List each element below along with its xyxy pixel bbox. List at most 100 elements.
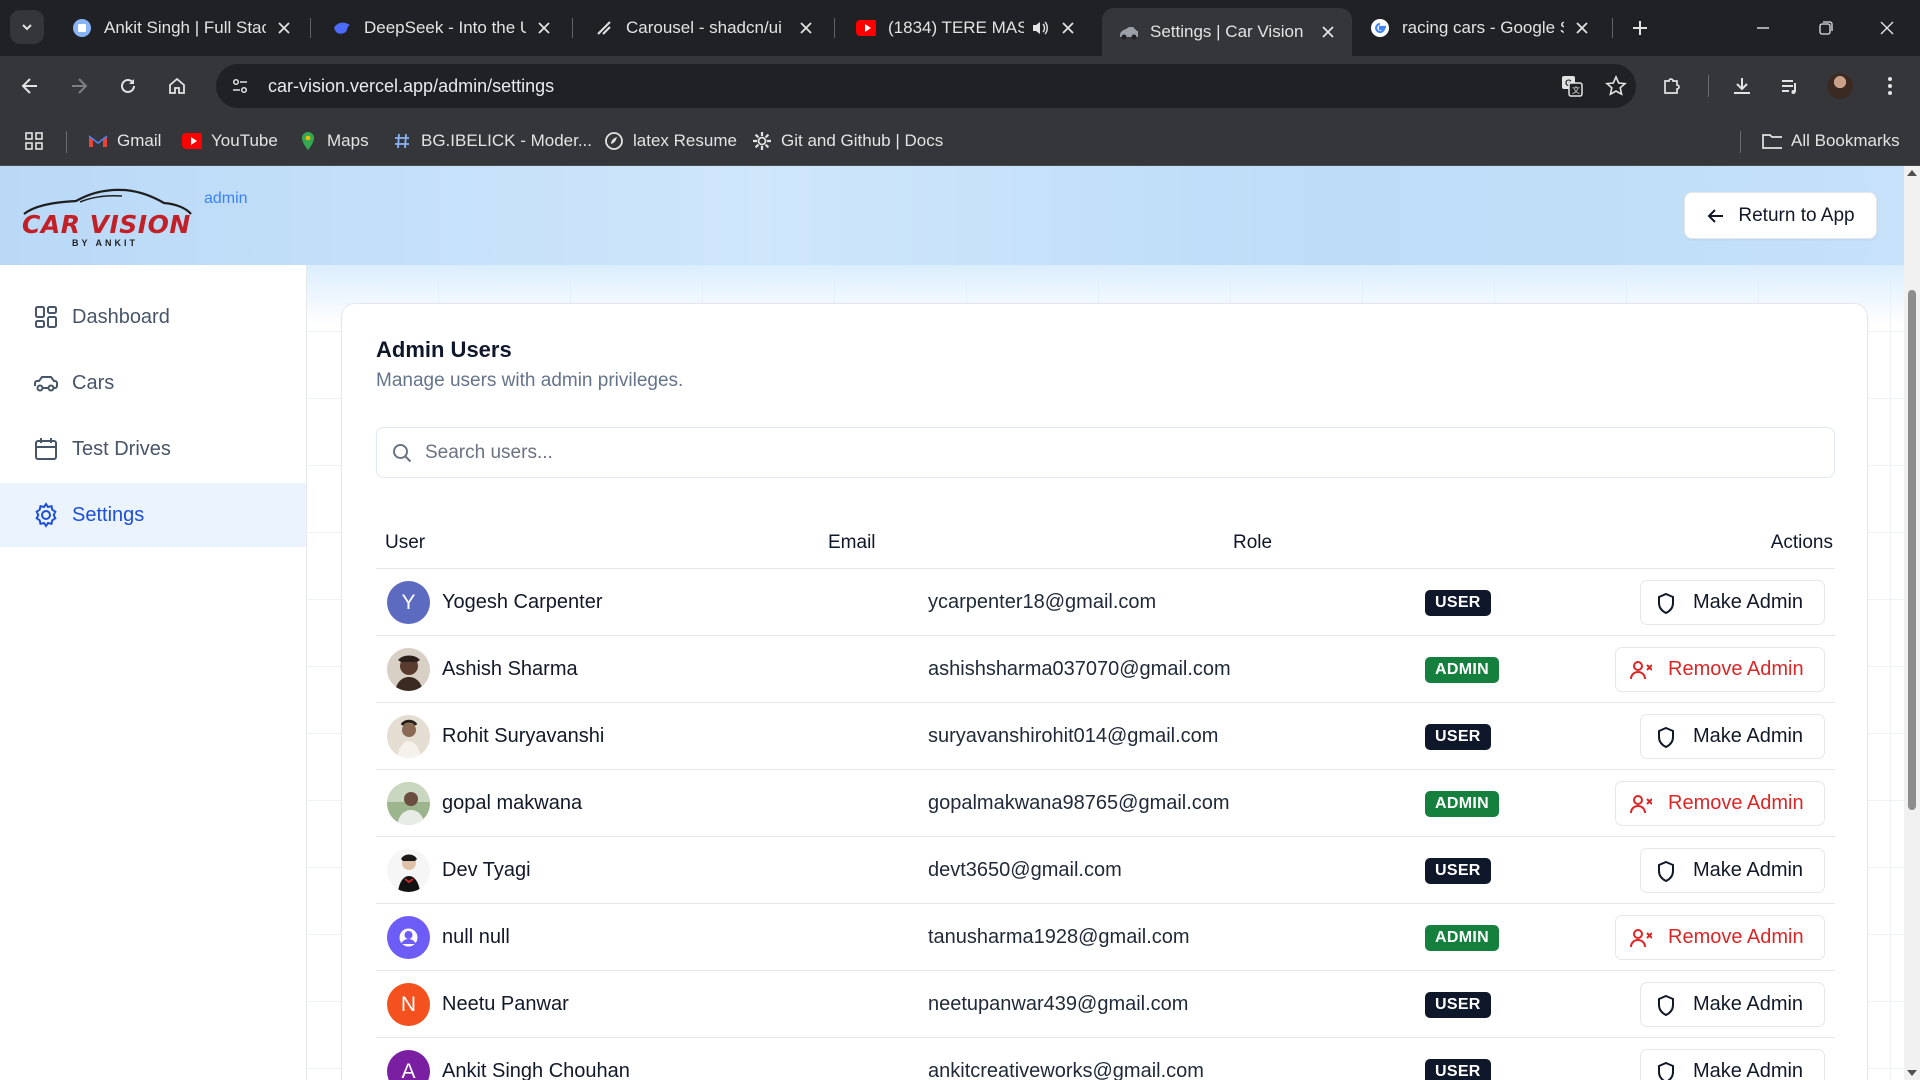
browser-toolbar: car-vision.vercel.app/admin/settings G文 (0, 56, 1920, 116)
bookmark-label: Maps (327, 131, 369, 150)
tab-title: (1834) TERE MAST (888, 18, 1024, 37)
bookmark-item[interactable]: Gmail (88, 128, 161, 154)
close-icon[interactable] (1058, 18, 1078, 38)
sidebar-item-dashboard[interactable]: Dashboard (0, 285, 306, 349)
sidebar-item-label: Test Drives (72, 437, 171, 460)
reload-button[interactable] (112, 70, 144, 102)
bookmark-item[interactable]: Maps (298, 128, 369, 154)
site-info-icon[interactable] (224, 70, 256, 102)
folder-icon (1762, 131, 1782, 151)
scroll-up-arrow-icon[interactable] (1907, 170, 1917, 176)
browser-tab[interactable]: racing cars - Google Search (1354, 8, 1606, 48)
car-icon (1118, 22, 1138, 42)
close-icon[interactable] (1572, 18, 1592, 38)
browser-tab[interactable]: (1834) TERE MAST (840, 8, 1092, 48)
user-email: suryavanshirohit014@gmail.com (928, 725, 1219, 747)
shield-icon (1655, 860, 1677, 882)
toolbar-divider (1708, 75, 1709, 97)
search-input[interactable] (425, 441, 1805, 464)
tab-divider (310, 18, 311, 38)
column-header-actions: Actions (1770, 532, 1833, 553)
overleaf-icon (604, 131, 624, 151)
page-scrollbar[interactable] (1904, 166, 1920, 1080)
return-to-app-button[interactable]: Return to App (1684, 192, 1877, 239)
car-vision-logo[interactable]: CAR VISION BY ANKIT (20, 188, 205, 248)
close-icon[interactable] (796, 18, 816, 38)
user-name: Ankit Singh Chouhan (442, 1060, 630, 1080)
arrow-left-icon (1706, 206, 1726, 226)
remove-admin-button[interactable]: Remove Admin (1615, 647, 1825, 692)
url-text[interactable]: car-vision.vercel.app/admin/settings (268, 76, 554, 97)
close-icon[interactable] (274, 18, 294, 38)
search-box[interactable] (376, 427, 1835, 478)
make-admin-button[interactable]: Make Admin (1640, 580, 1825, 625)
tab-search-button[interactable] (10, 10, 44, 44)
all-bookmarks-button[interactable]: All Bookmarks (1762, 128, 1900, 154)
admin-tag: admin (204, 190, 248, 207)
user-remove-icon (1630, 793, 1652, 815)
sidebar-item-test-drives[interactable]: Test Drives (0, 417, 306, 481)
restore-button[interactable] (1801, 10, 1851, 46)
arrow-left-icon (21, 78, 37, 94)
gmail-icon (88, 131, 108, 151)
close-icon[interactable] (1318, 22, 1338, 42)
extensions-icon[interactable] (1656, 70, 1688, 102)
reload-icon (121, 78, 135, 93)
user-email: ashishsharma037070@gmail.com (928, 658, 1231, 680)
user-name: Neetu Panwar (442, 993, 569, 1015)
download-icon[interactable] (1726, 70, 1758, 102)
bookmark-item[interactable]: latex Resume (604, 128, 737, 154)
apps-grid-icon (24, 131, 44, 151)
remove-admin-button[interactable]: Remove Admin (1615, 781, 1825, 826)
browser-chrome: Ankit Singh | Full Stack DeepSeek - Into… (0, 0, 1920, 166)
sidebar: Dashboard Cars Test Drives Settings (0, 265, 307, 1080)
make-admin-button[interactable]: Make Admin (1640, 714, 1825, 759)
role-badge: USER (1425, 1059, 1491, 1080)
user-email: devt3650@gmail.com (928, 859, 1122, 881)
home-button[interactable] (161, 70, 193, 102)
make-admin-button[interactable]: Make Admin (1640, 848, 1825, 893)
main-content: Admin Users Manage users with admin priv… (307, 265, 1904, 1080)
media-control-icon[interactable] (1774, 70, 1806, 102)
close-window-button[interactable] (1862, 10, 1912, 46)
tab-strip: Ankit Singh | Full Stack DeepSeek - Into… (0, 0, 1920, 56)
browser-tab-active[interactable]: Settings | Car Vision (1102, 8, 1352, 56)
bookmark-label: Git and Github | Docs (781, 131, 944, 150)
scroll-down-arrow-icon[interactable] (1907, 1070, 1917, 1076)
logo-subtitle: BY ANKIT (72, 238, 139, 248)
star-icon[interactable] (1600, 70, 1632, 102)
bookmark-item[interactable]: Git and Github | Docs (752, 128, 943, 154)
profile-avatar[interactable] (1824, 70, 1856, 102)
make-admin-button[interactable]: Make Admin (1640, 1049, 1825, 1080)
user-name: Rohit Suryavanshi (442, 725, 605, 747)
table-header: User Email Role Actions (376, 518, 1835, 569)
sidebar-item-label: Settings (72, 503, 145, 526)
new-tab-button[interactable] (1626, 14, 1654, 42)
bookmark-item[interactable]: YouTube (182, 128, 278, 154)
menu-button[interactable] (1874, 70, 1906, 102)
speaker-icon[interactable] (1030, 18, 1050, 38)
close-icon[interactable] (534, 18, 554, 38)
logo-text: CAR VISION (22, 210, 191, 239)
bookmark-item[interactable]: BG.IBELICK - Moder... (392, 128, 592, 154)
table-row: Dev Tyagi devt3650@gmail.com USER Make A… (376, 837, 1835, 904)
translate-icon[interactable]: G文 (1556, 70, 1588, 102)
chevron-down-icon (22, 24, 32, 31)
address-bar[interactable]: car-vision.vercel.app/admin/settings G文 (216, 64, 1636, 108)
sidebar-item-cars[interactable]: Cars (0, 351, 306, 415)
back-button[interactable] (14, 70, 46, 102)
sidebar-item-settings[interactable]: Settings (0, 483, 306, 547)
admin-users-card: Admin Users Manage users with admin priv… (341, 303, 1868, 1080)
minimize-button[interactable] (1738, 10, 1788, 46)
apps-button[interactable] (24, 128, 53, 154)
home-icon (169, 77, 185, 94)
remove-admin-button[interactable]: Remove Admin (1615, 915, 1825, 960)
browser-tab[interactable]: DeepSeek - Into the Unknown (316, 8, 568, 48)
forward-button[interactable] (63, 70, 95, 102)
hash-icon (392, 131, 412, 151)
browser-tab[interactable]: Carousel - shadcn/ui (578, 8, 830, 48)
arrow-right-icon (72, 78, 88, 94)
browser-tab[interactable]: Ankit Singh | Full Stack (56, 8, 308, 48)
make-admin-button[interactable]: Make Admin (1640, 982, 1825, 1027)
scrollbar-thumb[interactable] (1908, 290, 1916, 810)
